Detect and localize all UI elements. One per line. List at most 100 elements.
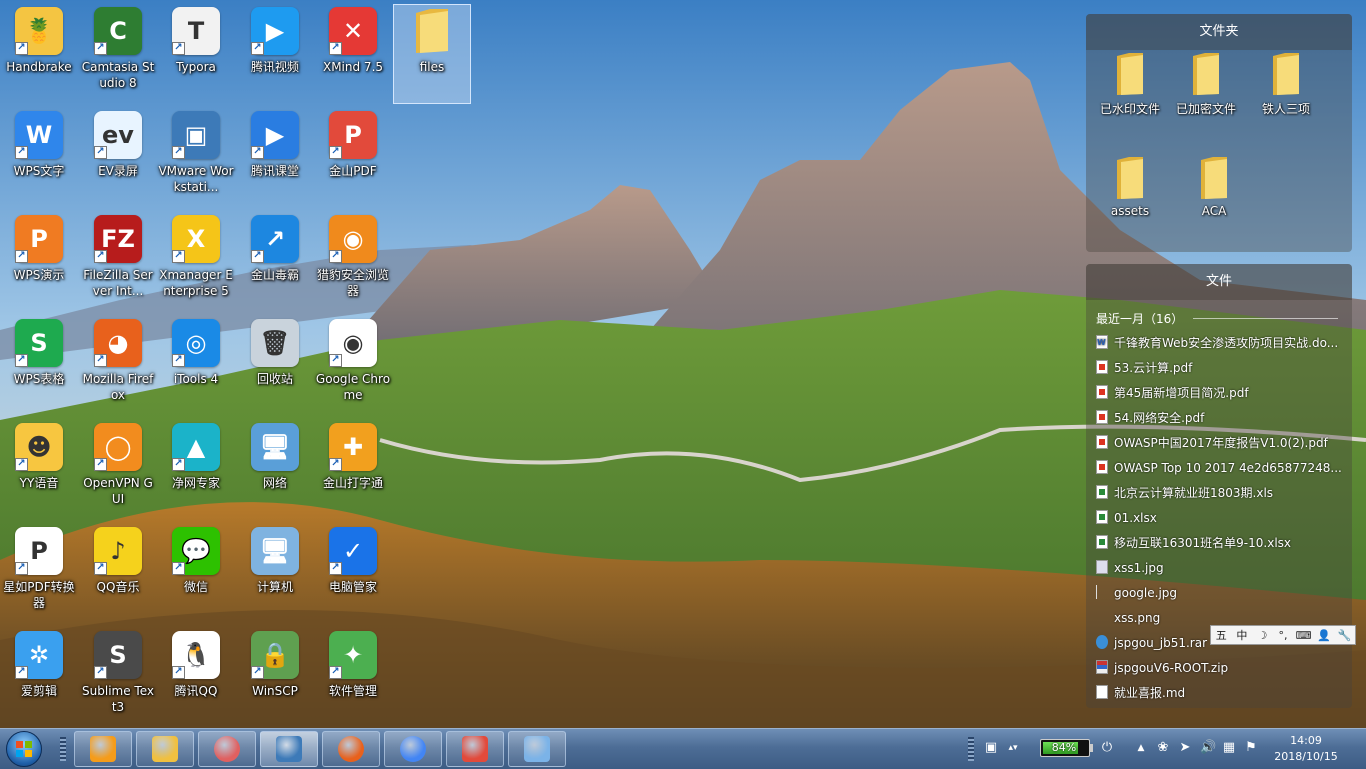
- punctuation-icon[interactable]: °,: [1273, 629, 1294, 642]
- wrench-icon[interactable]: 🔧: [1334, 629, 1355, 642]
- send-icon[interactable]: ➤: [1178, 741, 1192, 755]
- desktop-icon-software-manager[interactable]: ✦ ↗ 软件管理: [314, 628, 392, 728]
- desktop-icon-wps-presentation[interactable]: P ↗ WPS演示: [0, 212, 78, 312]
- desktop-icon-label: YY语音: [19, 476, 59, 490]
- folder-item[interactable]: 铁人三项: [1246, 52, 1326, 117]
- list-item[interactable]: 千锋教育Web安全渗透攻防项目实战.do...: [1086, 331, 1342, 356]
- taskbar-media-player-button[interactable]: [74, 731, 132, 767]
- desktop-icon-network[interactable]: 🖥 网络: [236, 420, 314, 520]
- desktop-icon-folder[interactable]: files: [393, 4, 471, 104]
- desktop-icon-pc-manager[interactable]: ✓ ↗ 电脑管家: [314, 524, 392, 624]
- typora-icon: T ↗: [172, 7, 220, 55]
- desktop-icon-kingsoft-antivirus[interactable]: ↗ ↗ 金山毒霸: [236, 212, 314, 312]
- desktop-icon-label: WPS文字: [13, 164, 65, 178]
- folder-label: ACA: [1201, 204, 1227, 218]
- desktop-icon-sublime[interactable]: S ↗ Sublime Text3: [79, 628, 157, 728]
- taskbar-chrome-button[interactable]: [384, 731, 442, 767]
- list-item[interactable]: OWASP Top 10 2017 4e2d65877248...: [1086, 456, 1342, 481]
- chevron-up-down-icon[interactable]: ▴▾: [1006, 741, 1020, 755]
- list-item[interactable]: 就业喜报.md: [1086, 681, 1342, 706]
- start-button[interactable]: [4, 731, 44, 767]
- desktop-icon-xmanager[interactable]: X ↗ Xmanager Enterprise 5: [157, 212, 235, 312]
- volume-icon[interactable]: 🔊: [1200, 741, 1216, 755]
- shortcut-arrow-icon: ↗: [172, 666, 185, 679]
- desktop-icon-wps-spreadsheet[interactable]: S ↗ WPS表格: [0, 316, 78, 416]
- folder-item[interactable]: assets: [1090, 156, 1170, 218]
- files-panel-title: 文件: [1086, 264, 1352, 300]
- list-item[interactable]: jspgouV6-ROOT.zip: [1086, 656, 1342, 681]
- desktop-icon-ev-recorder[interactable]: ev ↗ EV录屏: [79, 108, 157, 208]
- desktop-icon-recycle-bin[interactable]: 🗑 回收站: [236, 316, 314, 416]
- desktop-icon-tencent-class[interactable]: ▶ ↗ 腾讯课堂: [236, 108, 314, 208]
- desktop-icon-label: Handbrake: [6, 60, 72, 74]
- battery-indicator[interactable]: 84%: [1040, 739, 1093, 757]
- folder-item[interactable]: 已加密文件: [1166, 52, 1246, 117]
- desktop-icon-qq[interactable]: 🐧 ↗ 腾讯QQ: [157, 628, 235, 728]
- desktop-icon-filezilla[interactable]: FZ ↗ FileZilla Server Int...: [79, 212, 157, 312]
- folders-panel: 文件夹 已水印文件 已加密文件 铁人三项 assets ACA: [1086, 14, 1352, 252]
- taskbar-grip[interactable]: [60, 737, 66, 761]
- list-item[interactable]: google.jpg: [1086, 581, 1342, 606]
- action-center-icon[interactable]: ⚑: [1244, 741, 1258, 755]
- list-item[interactable]: 54.网络安全.pdf: [1086, 406, 1342, 431]
- list-item[interactable]: 01.xlsx: [1086, 506, 1342, 531]
- chinese-mode-icon[interactable]: 中: [1232, 627, 1253, 643]
- wubi-mode-icon[interactable]: 五: [1211, 627, 1232, 643]
- computer-icon: 🖥: [251, 527, 299, 575]
- desktop-icon-xmind[interactable]: ✕ ↗ XMind 7.5: [314, 4, 392, 104]
- taskbar-vmware-button[interactable]: [260, 731, 318, 767]
- desktop-icon-qq-music[interactable]: ♪ ↗ QQ音乐: [79, 524, 157, 624]
- app-tray-icon[interactable]: ❀: [1156, 741, 1170, 755]
- desktop-icon-label: 金山毒霸: [250, 268, 299, 282]
- desktop-icon-wps-writer[interactable]: W ↗ WPS文字: [0, 108, 78, 208]
- desktop-icon-typora[interactable]: T ↗ Typora: [157, 4, 235, 104]
- list-item[interactable]: 北京云计算就业班1803期.xls: [1086, 481, 1342, 506]
- desktop-icon-liebao-browser[interactable]: ◉ ↗ 猎豹安全浏览器: [314, 212, 392, 312]
- list-item[interactable]: 移动互联16301班名单9-10.xlsx: [1086, 531, 1342, 556]
- desktop-icon-aijianji[interactable]: ✲ ↗ 爱剪辑: [0, 628, 78, 728]
- taskbar-paint-button[interactable]: [508, 731, 566, 767]
- user-icon[interactable]: 👤: [1314, 629, 1335, 642]
- tray-grip[interactable]: [968, 737, 974, 761]
- desktop-icon-vmware[interactable]: ▣ ↗ VMware Workstati...: [157, 108, 235, 208]
- network-icon: 🖥: [251, 423, 299, 471]
- recent-month-header[interactable]: 最近一月（16）: [1086, 300, 1352, 327]
- taskbar-firefox-button[interactable]: [322, 731, 380, 767]
- desktop-icon-camtasia[interactable]: C ↗ Camtasia Studio 8: [79, 4, 157, 104]
- list-item[interactable]: OWASP中国2017年度报告V1.0(2).pdf: [1086, 431, 1342, 456]
- desktop-icon-label: 网络: [262, 476, 287, 490]
- desktop-icon-openvpn[interactable]: ◯ ↗ OpenVPN GUI: [79, 420, 157, 520]
- list-item[interactable]: 53.云计算.pdf: [1086, 356, 1342, 381]
- desktop-icon-tencent-video[interactable]: ▶ ↗ 腾讯视频: [236, 4, 314, 104]
- show-hidden-icons-icon[interactable]: ▲: [1134, 741, 1148, 755]
- desktop-icon-pdf-converter[interactable]: P ↗ 星如PDF转换器: [0, 524, 78, 624]
- folder-item[interactable]: 已水印文件: [1090, 52, 1170, 117]
- half-width-icon[interactable]: ☽: [1252, 629, 1273, 642]
- taskbar-file-explorer-button[interactable]: [136, 731, 194, 767]
- system-tray: ▣ ▴▾ 84% ⏻ ▲ ❀ ➤ 🔊 ▦ ⚑ 14:09 2018/10/15: [968, 729, 1366, 769]
- folder-item[interactable]: ACA: [1174, 156, 1254, 218]
- taskbar-snail-app-button[interactable]: [198, 731, 256, 767]
- desktop-icon-wechat[interactable]: 💬 ↗ 微信: [157, 524, 235, 624]
- ime-tray-icon[interactable]: ▣: [984, 741, 998, 755]
- desktop-icon-computer[interactable]: 🖥 计算机: [236, 524, 314, 624]
- desktop-icon-pineapple[interactable]: 🍍 ↗ Handbrake: [0, 4, 78, 104]
- desktop-icon-jingwang[interactable]: ▲ ↗ 净网专家: [157, 420, 235, 520]
- desktop-icon-chrome[interactable]: ◉ ↗ Google Chrome: [314, 316, 392, 416]
- ime-toolbar[interactable]: 五中 ☽ °, ⌨ 👤 🔧: [1210, 625, 1356, 645]
- list-item[interactable]: xss1.jpg: [1086, 556, 1342, 581]
- keyboard-icon[interactable]: ⌨: [1293, 629, 1314, 642]
- desktop-icon-winscp[interactable]: 🔒 ↗ WinSCP: [236, 628, 314, 728]
- desktop-icon-kingsoft-typing[interactable]: ✚ ↗ 金山打字通: [314, 420, 392, 520]
- network-tray-icon[interactable]: ▦: [1222, 741, 1236, 755]
- desktop-icon-yy-voice[interactable]: ☻ ↗ YY语音: [0, 420, 78, 520]
- desktop-icon-itools[interactable]: ◎ ↗ iTools 4: [157, 316, 235, 416]
- desktop-icon-kingsoft-pdf[interactable]: P ↗ 金山PDF: [314, 108, 392, 208]
- clock[interactable]: 14:09 2018/10/15: [1270, 733, 1342, 765]
- power-plug-icon[interactable]: ⏻: [1100, 741, 1114, 755]
- taskbar-kingsoft-pdf-button[interactable]: [446, 731, 504, 767]
- desktop-icon-firefox[interactable]: ◕ ↗ Mozilla Firefox: [79, 316, 157, 416]
- liebao-browser-icon: ◉ ↗: [329, 215, 377, 263]
- list-item[interactable]: 第45届新增项目简况.pdf: [1086, 381, 1342, 406]
- shortcut-arrow-icon: ↗: [15, 666, 28, 679]
